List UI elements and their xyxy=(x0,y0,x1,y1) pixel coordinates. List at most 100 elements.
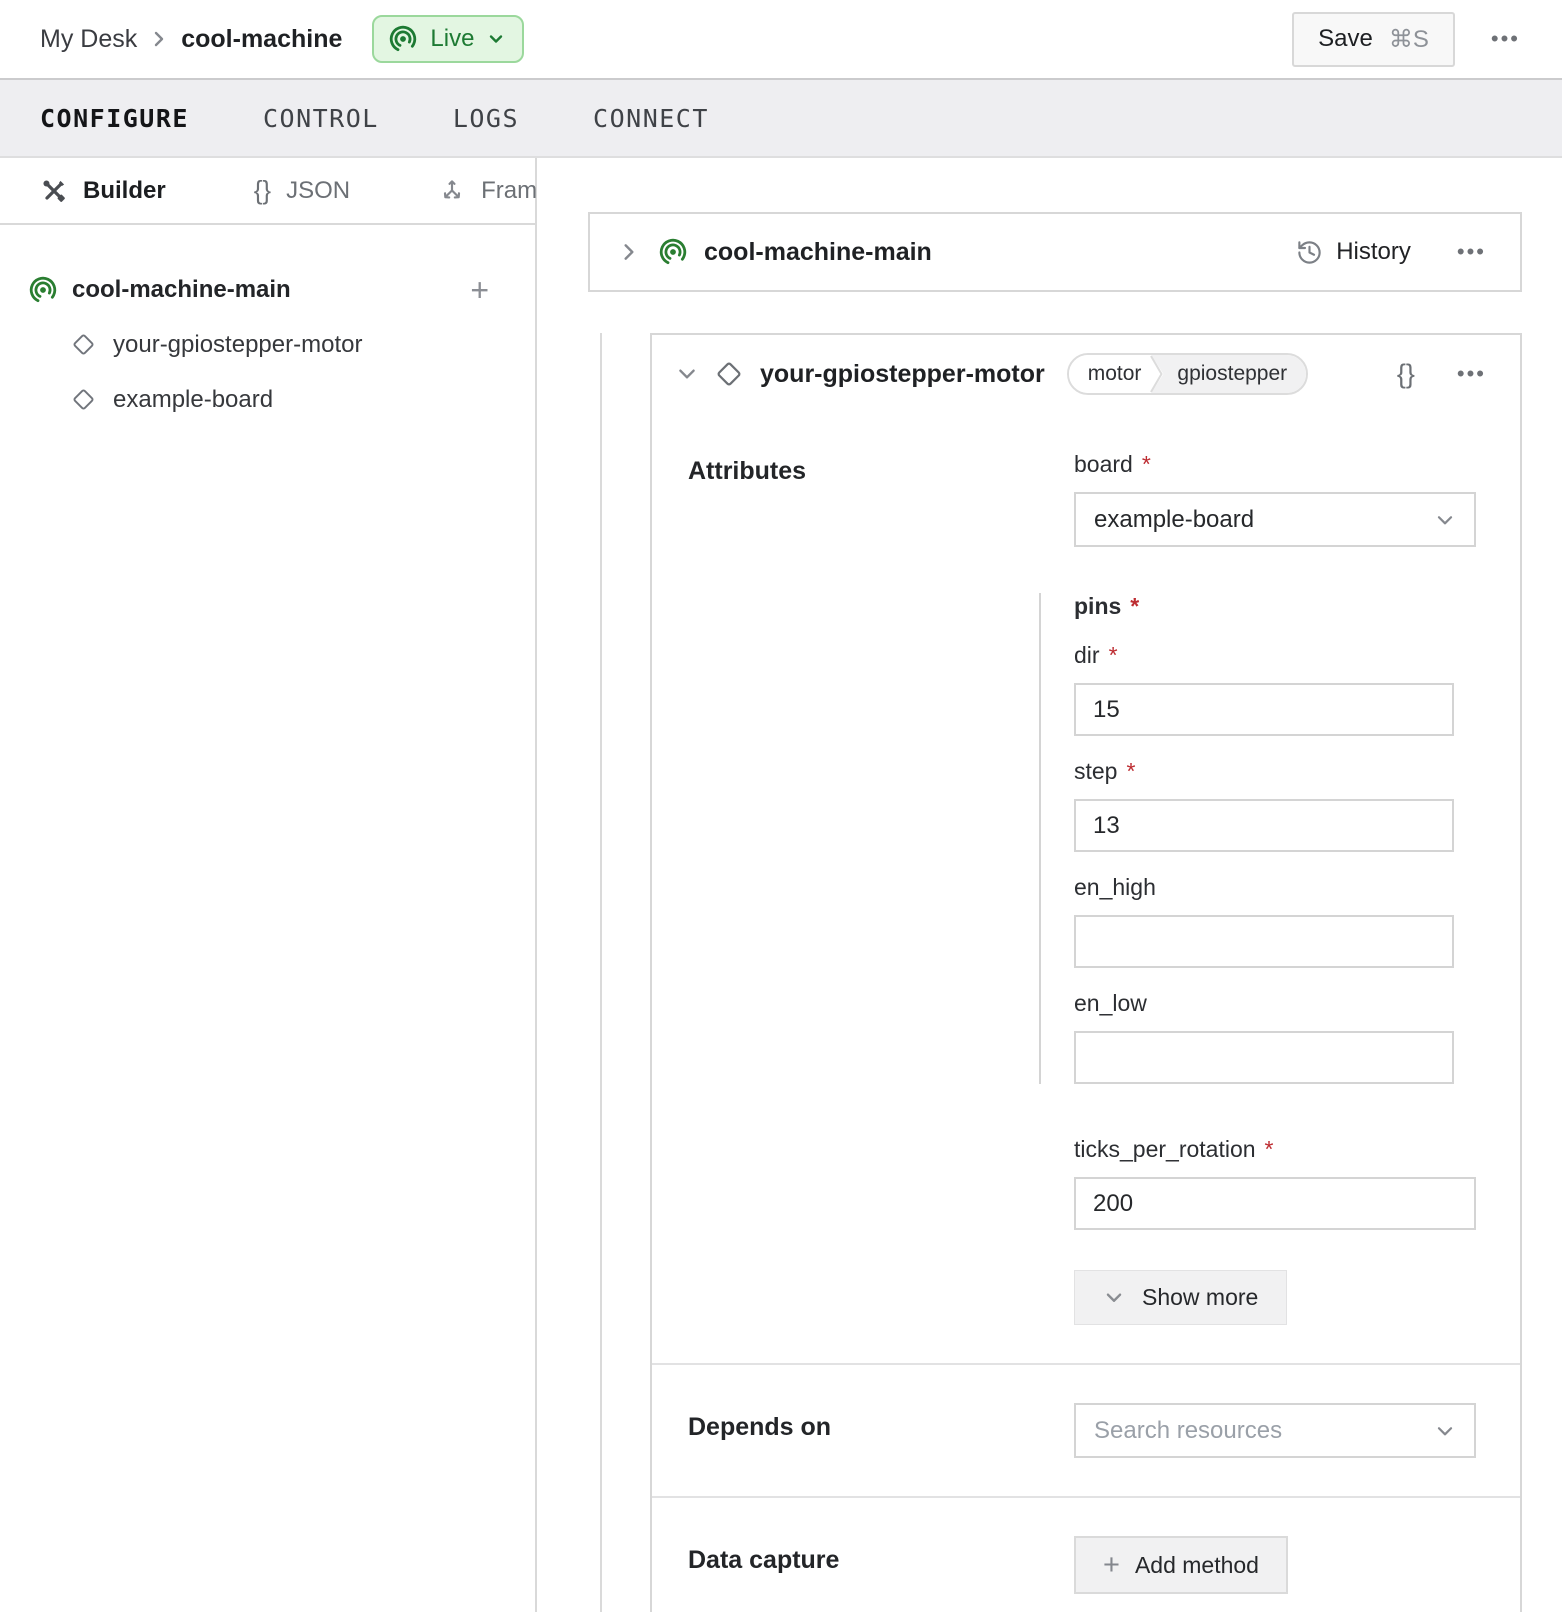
board-select-value: example-board xyxy=(1094,506,1254,534)
add-method-button[interactable]: + Add method xyxy=(1074,1536,1288,1594)
component-menu-button[interactable]: ••• xyxy=(1457,363,1486,385)
badge-model: gpiostepper xyxy=(1151,355,1306,393)
component-title: your-gpiostepper-motor xyxy=(760,360,1045,389)
main-tab-bar: CONFIGURE CONTROL LOGS CONNECT xyxy=(0,78,1562,158)
badge-chevron-icon xyxy=(1149,353,1164,395)
show-more-button[interactable]: Show more xyxy=(1074,1270,1287,1325)
component-diamond-icon xyxy=(70,386,97,413)
breadcrumb-root-link[interactable]: My Desk xyxy=(40,25,137,54)
pins-label: pins * xyxy=(1074,593,1484,620)
live-status-dropdown[interactable]: Live xyxy=(372,15,524,63)
step-label: step * xyxy=(1074,758,1484,785)
depends-on-section: Depends on Search resources xyxy=(652,1363,1520,1496)
view-tab-frame[interactable]: Frame xyxy=(438,177,550,205)
chevron-down-icon xyxy=(486,29,506,49)
ticks-label: ticks_per_rotation * xyxy=(1074,1136,1484,1163)
data-capture-label: Data capture xyxy=(688,1536,1074,1594)
view-tab-builder-label: Builder xyxy=(83,177,166,205)
board-label: board * xyxy=(1074,451,1484,478)
save-shortcut: ⌘S xyxy=(1389,25,1429,54)
top-bar: My Desk cool-machine Live Save ⌘S ••• xyxy=(0,0,1562,78)
component-diamond-icon xyxy=(70,331,97,358)
frame-axes-icon xyxy=(438,177,466,205)
breadcrumb: My Desk cool-machine xyxy=(40,25,342,54)
live-icon xyxy=(388,24,418,54)
en-low-label: en_low xyxy=(1074,990,1484,1017)
machine-card: cool-machine-main History ••• xyxy=(588,212,1522,292)
expand-chevron-right-icon[interactable] xyxy=(618,241,640,263)
tree-root-label: cool-machine-main xyxy=(72,276,291,304)
live-label: Live xyxy=(430,25,474,53)
view-tab-json[interactable]: {} JSON xyxy=(254,175,350,206)
machine-card-menu-button[interactable]: ••• xyxy=(1457,241,1486,263)
machine-icon xyxy=(28,275,58,305)
tree-item-machine-root[interactable]: cool-machine-main + xyxy=(28,263,489,317)
machine-icon xyxy=(658,237,688,267)
resource-tree: cool-machine-main + your-gpiostepper-mot… xyxy=(0,225,535,427)
pin-field-en-low: en_low xyxy=(1074,990,1484,1084)
add-resource-button[interactable]: + xyxy=(470,274,489,306)
component-diamond-icon xyxy=(714,359,744,389)
board-select[interactable]: example-board xyxy=(1074,492,1476,547)
required-asterisk: * xyxy=(1265,1136,1274,1163)
depends-on-select[interactable]: Search resources xyxy=(1074,1403,1476,1458)
ticks-field: ticks_per_rotation * xyxy=(1074,1136,1484,1230)
save-button[interactable]: Save ⌘S xyxy=(1292,12,1455,67)
tree-item-example-board[interactable]: example-board xyxy=(28,372,489,427)
tree-item-gpiostepper[interactable]: your-gpiostepper-motor xyxy=(28,317,489,372)
history-clock-icon xyxy=(1296,239,1323,266)
step-input[interactable] xyxy=(1074,799,1454,852)
depends-on-placeholder: Search resources xyxy=(1094,1417,1282,1445)
sidebar-view-tabs: Builder {} JSON Frame xyxy=(0,158,535,225)
tree-child-label: your-gpiostepper-motor xyxy=(113,331,362,359)
pins-group: pins * dir * step xyxy=(1039,593,1484,1084)
tree-child-label: example-board xyxy=(113,386,273,414)
machine-card-title: cool-machine-main xyxy=(704,238,932,267)
config-sidebar: Builder {} JSON Frame xyxy=(0,158,537,1612)
en-low-input[interactable] xyxy=(1074,1031,1454,1084)
plus-icon: + xyxy=(1103,1551,1120,1580)
view-tab-builder[interactable]: Builder xyxy=(40,177,166,205)
pin-field-en-high: en_high xyxy=(1074,874,1484,968)
tab-control[interactable]: CONTROL xyxy=(263,104,379,133)
pin-field-dir: dir * xyxy=(1074,642,1484,736)
history-button[interactable]: History xyxy=(1296,238,1411,266)
required-asterisk: * xyxy=(1109,642,1118,669)
en-high-label: en_high xyxy=(1074,874,1484,901)
component-json-button[interactable]: {} xyxy=(1397,359,1415,390)
attributes-section: Attributes board * example-board xyxy=(652,413,1520,1363)
chevron-down-icon xyxy=(1103,1287,1125,1309)
required-asterisk: * xyxy=(1126,758,1135,785)
dir-input[interactable] xyxy=(1074,683,1454,736)
save-label: Save xyxy=(1318,25,1373,53)
badge-type: motor xyxy=(1069,355,1150,393)
builder-tools-icon xyxy=(40,177,68,205)
collapse-chevron-down-icon[interactable] xyxy=(676,363,698,385)
show-more-label: Show more xyxy=(1142,1284,1258,1311)
history-label: History xyxy=(1336,238,1411,266)
dir-label: dir * xyxy=(1074,642,1484,669)
add-method-label: Add method xyxy=(1135,1552,1259,1579)
required-asterisk: * xyxy=(1142,451,1151,478)
en-high-input[interactable] xyxy=(1074,915,1454,968)
tab-configure[interactable]: CONFIGURE xyxy=(40,104,189,133)
topbar-menu-button[interactable]: ••• xyxy=(1491,28,1520,50)
breadcrumb-chevron-icon xyxy=(151,27,167,51)
tab-connect[interactable]: CONNECT xyxy=(593,104,709,133)
component-card: your-gpiostepper-motor motor gpiostepper… xyxy=(650,333,1522,1612)
attributes-section-label: Attributes xyxy=(688,451,1074,1325)
view-tab-json-label: JSON xyxy=(286,177,350,205)
chevron-down-icon xyxy=(1434,509,1456,531)
ticks-input[interactable] xyxy=(1074,1177,1476,1230)
json-braces-icon: {} xyxy=(254,175,271,206)
board-field: board * example-board xyxy=(1074,451,1484,547)
component-card-header: your-gpiostepper-motor motor gpiostepper… xyxy=(652,335,1520,413)
pin-field-step: step * xyxy=(1074,758,1484,852)
chevron-down-icon xyxy=(1434,1420,1456,1442)
required-asterisk: * xyxy=(1130,593,1139,620)
data-capture-section: Data capture + Add method xyxy=(652,1496,1520,1612)
component-type-badge: motor gpiostepper xyxy=(1067,353,1308,395)
breadcrumb-current: cool-machine xyxy=(181,25,342,54)
tab-logs[interactable]: LOGS xyxy=(453,104,519,133)
tree-connector-line xyxy=(600,333,602,1612)
